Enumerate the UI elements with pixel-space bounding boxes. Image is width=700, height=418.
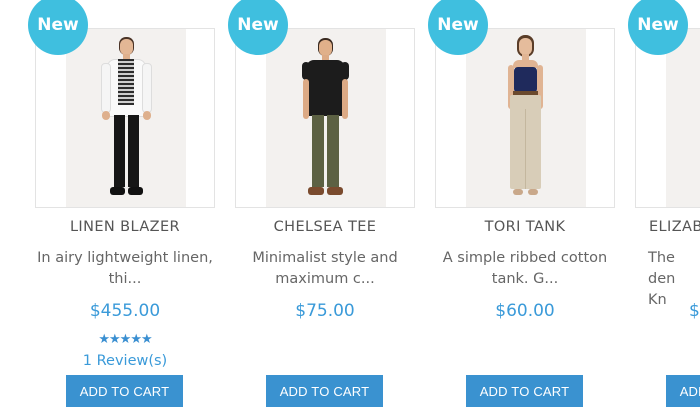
product-price: $75.00 bbox=[295, 301, 355, 321]
product-description: A simple ribbed cotton tank. G... bbox=[442, 250, 608, 287]
product-image[interactable] bbox=[635, 28, 700, 208]
product-carousel: New LINEN BLAZER In airy lightweight lin… bbox=[0, 0, 700, 418]
product-price: $60.00 bbox=[495, 301, 555, 321]
product-name[interactable]: ELIZAB bbox=[649, 219, 700, 235]
product-image[interactable] bbox=[35, 28, 215, 208]
product-image[interactable] bbox=[235, 28, 415, 208]
add-to-cart-button[interactable]: ADD TO CART bbox=[666, 375, 700, 407]
photo-background bbox=[666, 29, 700, 207]
product-image[interactable] bbox=[435, 28, 615, 208]
product-card: New ELIZAB The den Kn $ ADD TO CART bbox=[628, 0, 700, 418]
product-price: $ bbox=[689, 301, 700, 321]
model-figure bbox=[466, 29, 586, 207]
product-description: Minimalist style and maximum c... bbox=[252, 250, 398, 287]
product-description: In airy lightweight linen, thi... bbox=[37, 250, 213, 287]
product-card: New TORI TANK A simple ribbed cotton tan… bbox=[428, 0, 615, 418]
add-to-cart-button[interactable]: ADD TO CART bbox=[466, 375, 583, 407]
product-card: New LINEN BLAZER In airy lightweight lin… bbox=[28, 0, 215, 418]
add-to-cart-button[interactable]: ADD TO CART bbox=[66, 375, 183, 407]
product-card: New CHELSEA TEE Minimalist style and max… bbox=[228, 0, 415, 418]
product-name[interactable]: CHELSEA TEE bbox=[235, 219, 415, 235]
product-name[interactable]: TORI TANK bbox=[435, 219, 615, 235]
reviews-link[interactable]: 1 Review(s) bbox=[35, 353, 215, 369]
model-figure bbox=[66, 29, 186, 207]
add-to-cart-button[interactable]: ADD TO CART bbox=[266, 375, 383, 407]
product-price: $455.00 bbox=[89, 301, 161, 321]
model-figure bbox=[266, 29, 386, 207]
rating-stars: ★★★★★ bbox=[98, 331, 152, 346]
product-name[interactable]: LINEN BLAZER bbox=[35, 219, 215, 235]
